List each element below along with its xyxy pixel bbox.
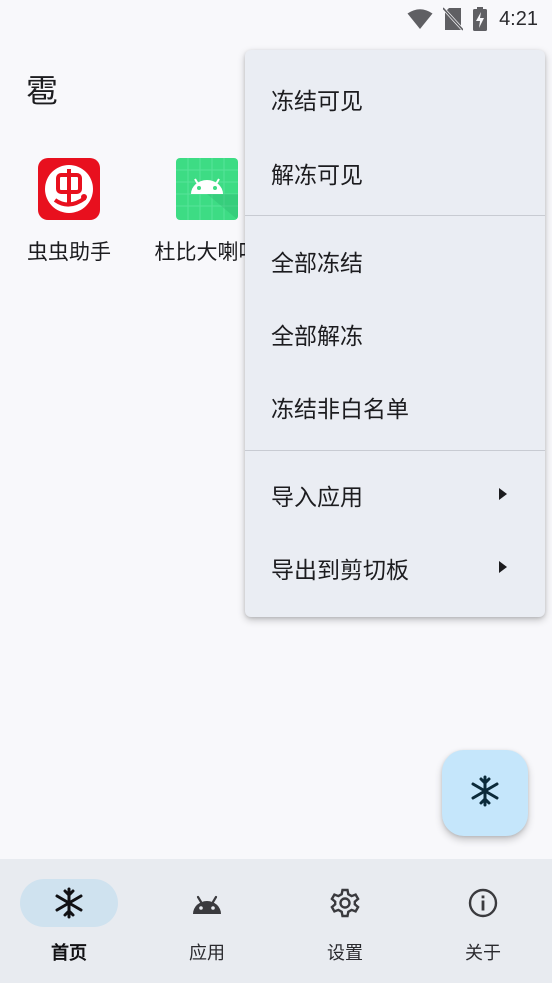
menu-item-unfreeze-visible[interactable]: 解冻可见 <box>245 137 545 209</box>
app-label: 杜比大喇叭 <box>154 240 260 264</box>
snowflake-icon <box>469 775 501 811</box>
submenu-arrow-icon <box>499 488 507 500</box>
status-time: 4:21 <box>499 7 538 30</box>
menu-divider <box>245 450 545 451</box>
menu-item-label: 导入应用 <box>271 485 363 511</box>
no-sim-icon <box>443 7 464 31</box>
snowflake-icon <box>53 887 85 919</box>
menu-item-export-to-clipboard[interactable]: 导出到剪切板 <box>245 532 545 604</box>
menu-divider <box>245 215 545 216</box>
nav-label: 首页 <box>51 943 87 964</box>
menu-item-freeze-non-whitelist[interactable]: 冻结非白名单 <box>245 371 545 443</box>
nav-item-settings[interactable]: 设置 <box>276 859 414 983</box>
menu-item-label: 全部冻结 <box>271 251 363 277</box>
submenu-arrow-icon <box>499 561 507 573</box>
menu-item-unfreeze-all[interactable]: 全部解冻 <box>245 298 545 370</box>
battery-charging-icon <box>473 7 488 31</box>
nav-item-about[interactable]: 关于 <box>414 859 552 983</box>
nav-item-apps[interactable]: 应用 <box>138 859 276 983</box>
page-title: 雹 <box>26 72 59 110</box>
gear-icon <box>329 887 361 919</box>
android-icon <box>191 887 223 919</box>
info-icon <box>467 887 499 919</box>
freeze-fab-button[interactable] <box>442 750 528 836</box>
menu-item-label: 导出到剪切板 <box>271 558 409 584</box>
nav-label: 关于 <box>465 943 501 964</box>
nav-item-home[interactable]: 首页 <box>0 859 138 983</box>
menu-item-freeze-all[interactable]: 全部冻结 <box>245 225 545 297</box>
menu-item-freeze-visible[interactable]: 冻结可见 <box>245 63 545 135</box>
nav-label: 应用 <box>189 943 225 964</box>
menu-item-label: 冻结可见 <box>271 89 363 115</box>
status-bar: 4:21 <box>0 0 552 40</box>
menu-item-import-apps[interactable]: 导入应用 <box>245 459 545 531</box>
android-app-icon <box>176 158 238 220</box>
app-label: 虫虫助手 <box>27 240 111 264</box>
bottom-navigation: 首页 应用 设置 关于 <box>0 859 552 983</box>
menu-item-label: 冻结非白名单 <box>271 397 409 423</box>
wifi-icon <box>407 8 433 30</box>
menu-item-label: 解冻可见 <box>271 163 363 189</box>
app-tile-chongchong[interactable]: 虫虫助手 <box>4 158 134 266</box>
nav-label: 设置 <box>327 943 363 964</box>
chongchong-app-icon <box>38 158 100 220</box>
overflow-menu: 冻结可见 解冻可见 全部冻结 全部解冻 冻结非白名单 导入应用 导出到剪切板 <box>245 50 545 617</box>
menu-item-label: 全部解冻 <box>271 324 363 350</box>
status-icons: 4:21 <box>407 6 538 32</box>
